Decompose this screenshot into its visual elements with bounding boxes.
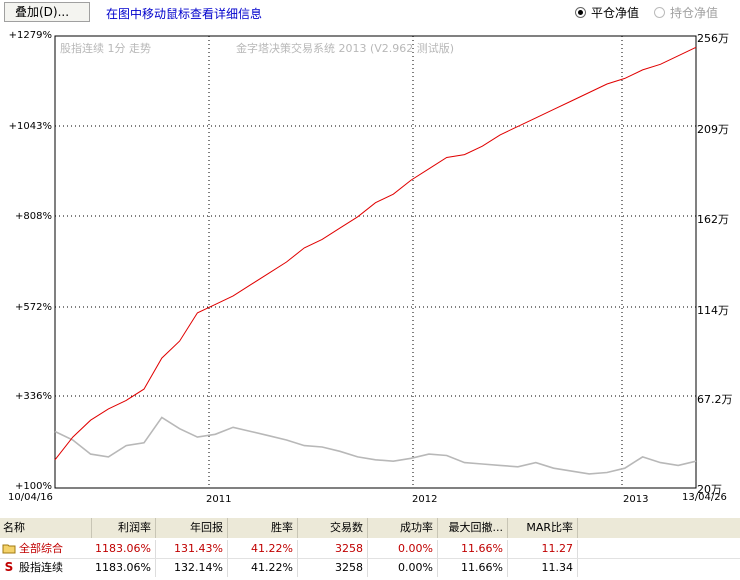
cell-drawdown: 11.66% [438,540,508,558]
col-header-blank [578,518,740,538]
plot-area [54,35,697,489]
series-watermark: 股指连续 1分 走势 [60,42,151,55]
row-name: 全部综合 [19,542,63,555]
hold-equity-radio[interactable]: 持仓净值 [654,4,718,21]
cell-mar: 11.34 [508,559,578,577]
folder-icon [2,544,16,554]
right-tick: 114万 [697,304,729,317]
col-header-winrate[interactable]: 胜率 [228,518,298,538]
col-header-trades[interactable]: 交易数 [298,518,368,538]
close-equity-label: 平仓净值 [591,6,640,20]
x-end-label: 13/04/26 [682,492,727,503]
stats-table: 名称 利润率 年回报 胜率 交易数 成功率 最大回撤... MAR比率 全部综合… [0,518,740,580]
cell-winrate: 41.22% [228,559,298,577]
cell-winrate: 41.22% [228,540,298,558]
col-header-success[interactable]: 成功率 [368,518,438,538]
left-tick: +808% [15,211,52,222]
left-tick: +1279% [8,30,52,41]
cell-annual: 132.14% [156,559,228,577]
x-year-label: 2013 [623,494,649,505]
cell-profit: 1183.06% [92,559,156,577]
overlay-button[interactable]: 叠加(D)... [4,2,90,22]
cell-success: 0.00% [368,540,438,558]
right-tick: 256万 [697,32,729,45]
cell-trades: 3258 [298,559,368,577]
x-start-label: 10/04/16 [8,492,53,503]
row-name: 股指连续 [19,561,63,574]
col-header-profit[interactable]: 利润率 [92,518,156,538]
col-header-mar[interactable]: MAR比率 [508,518,578,538]
cell-success: 0.00% [368,559,438,577]
x-year-label: 2011 [206,494,232,505]
cell-drawdown: 11.66% [438,559,508,577]
right-tick: 162万 [697,213,729,226]
left-tick: +1043% [8,121,52,132]
right-tick: 67.2万 [697,393,733,406]
equity-chart[interactable]: 股指连续 1分 走势 金字塔决策交易系统 2013 (V2.962 测试版) +… [0,28,740,518]
chart-svg [54,35,697,489]
left-tick: +572% [15,302,52,313]
s-icon: S [4,560,14,574]
left-tick: +336% [15,391,52,402]
close-equity-radio[interactable]: 平仓净值 [575,4,639,21]
left-tick: +100% [15,481,52,492]
cell-mar: 11.27 [508,540,578,558]
x-year-label: 2012 [412,494,438,505]
system-watermark: 金字塔决策交易系统 2013 (V2.962 测试版) [236,42,455,55]
hold-equity-label: 持仓净值 [670,6,719,20]
col-header-annual[interactable]: 年回报 [156,518,228,538]
col-header-drawdown[interactable]: 最大回撤... [438,518,508,538]
cell-profit: 1183.06% [92,540,156,558]
radio-dot-icon [654,7,665,18]
right-tick: 209万 [697,123,729,136]
radio-dot-icon [575,7,586,18]
col-header-name[interactable]: 名称 [0,518,92,538]
cell-trades: 3258 [298,540,368,558]
toolbar: 叠加(D)... 在图中移动鼠标查看详细信息 平仓净值 持仓净值 [0,0,740,28]
hint-text: 在图中移动鼠标查看详细信息 [106,7,263,21]
cell-annual: 131.43% [156,540,228,558]
